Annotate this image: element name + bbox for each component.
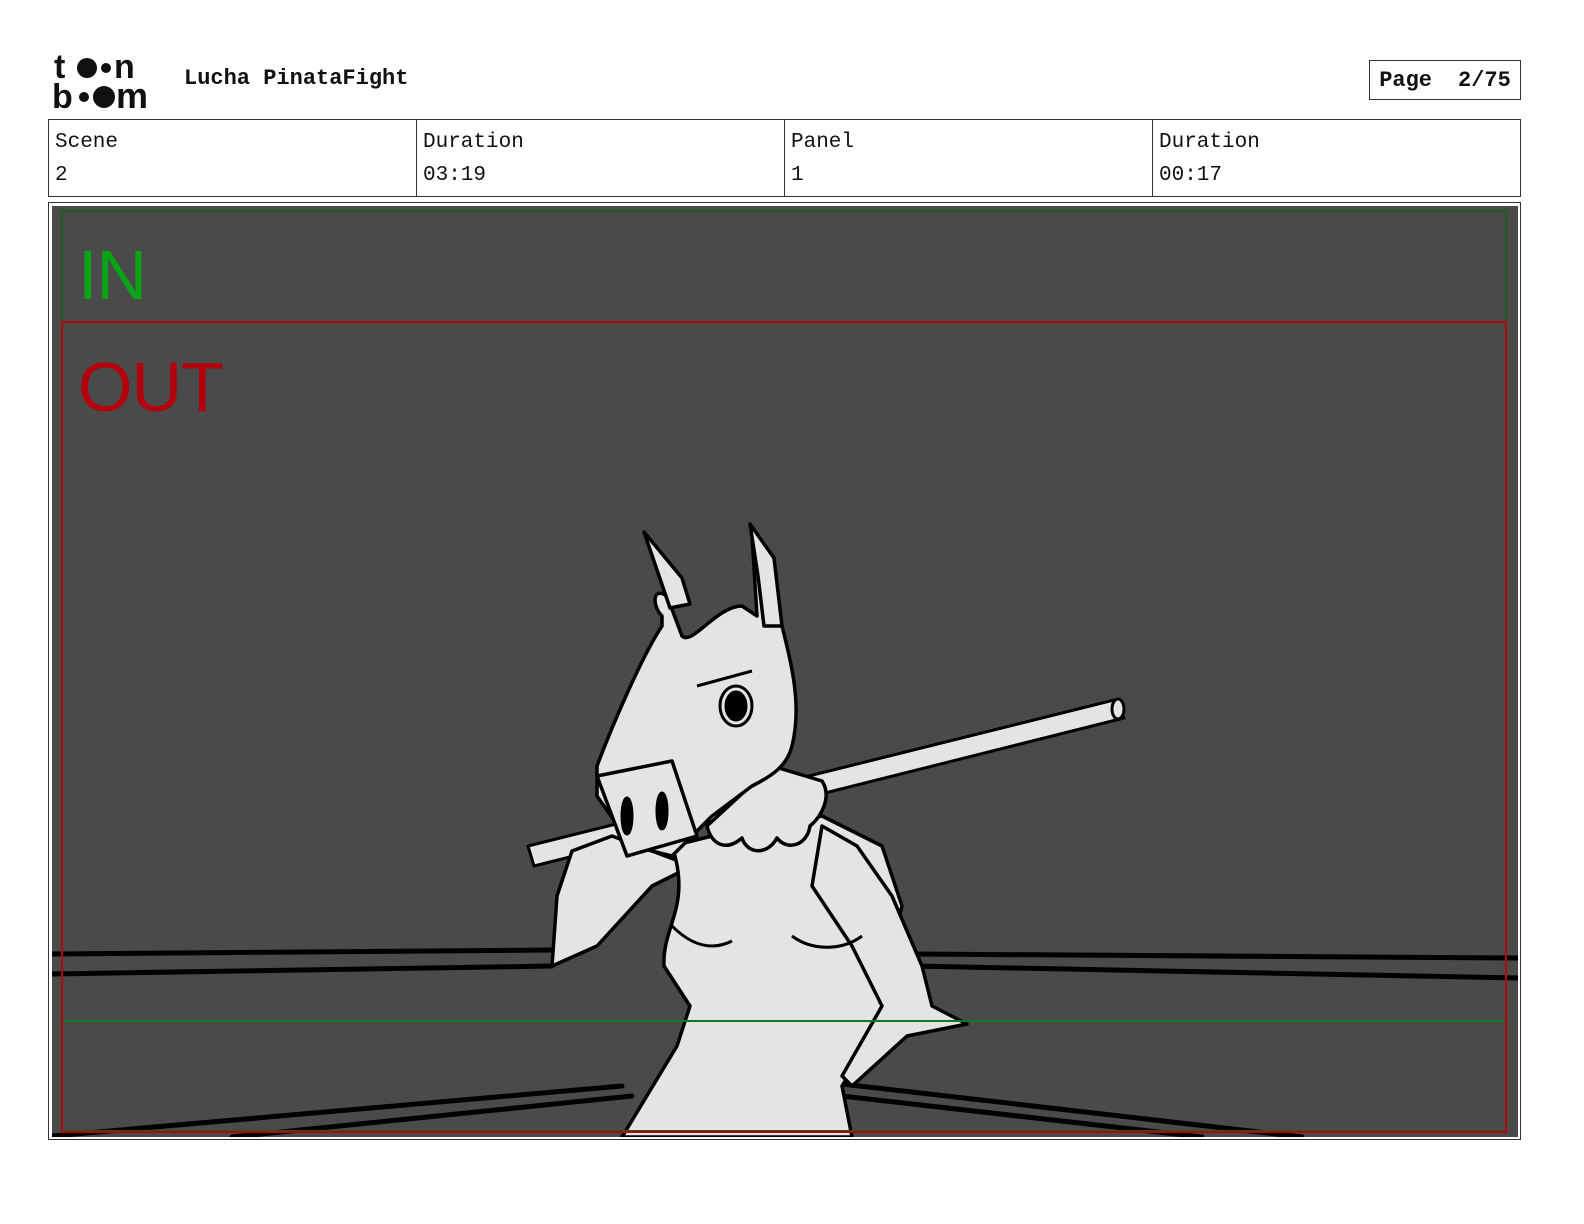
scene-duration-cell: Duration 03:19 xyxy=(417,120,785,196)
panel-duration-label: Duration xyxy=(1159,131,1260,154)
wrestler-sketch xyxy=(550,532,969,1137)
scene-value: 2 xyxy=(55,164,68,187)
panel-label: Panel xyxy=(791,131,855,154)
scene-duration-value: 03:19 xyxy=(423,164,487,187)
svg-text:b: b xyxy=(52,78,73,112)
scene-label: Scene xyxy=(55,131,119,154)
panel-sketch xyxy=(52,210,1518,1137)
out-label: OUT xyxy=(78,348,224,426)
scene-cell: Scene 2 xyxy=(49,120,417,196)
scene-duration-label: Duration xyxy=(423,131,524,154)
project-title: Lucha PinataFight xyxy=(184,66,409,91)
page-label: Page xyxy=(1379,67,1432,93)
storyboard-panel-canvas: IN OUT xyxy=(52,206,1518,1137)
page-indicator: Page 2/75 xyxy=(1369,60,1521,100)
panel-duration-cell: Duration 00:17 xyxy=(1153,120,1520,196)
panel-duration-value: 00:17 xyxy=(1159,164,1223,187)
panel-value: 1 xyxy=(791,164,804,187)
page-number: 2/75 xyxy=(1458,67,1511,93)
in-label: IN xyxy=(78,236,147,314)
panel-cell: Panel 1 xyxy=(785,120,1153,196)
toon-boom-logo: t n b m xyxy=(52,48,164,116)
svg-text:m: m xyxy=(116,75,148,112)
scene-info-table: Scene 2 Duration 03:19 Panel 1 Duration … xyxy=(48,119,1521,197)
